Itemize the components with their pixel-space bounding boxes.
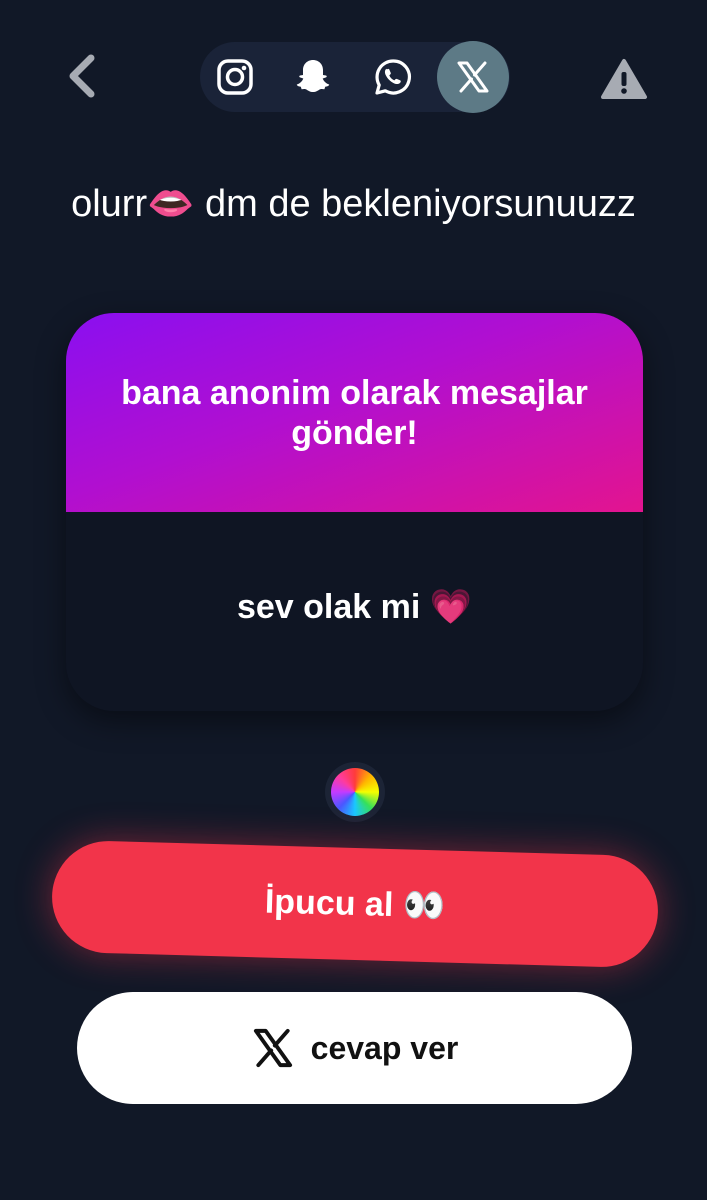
snapchat-icon: [296, 60, 330, 92]
share-instagram-button[interactable]: [206, 48, 264, 106]
back-button[interactable]: [58, 52, 106, 100]
question-card: bana anonim olarak mesajlar gönder! sev …: [66, 313, 643, 711]
card-message: sev olak mi 💗: [236, 587, 473, 626]
x-icon: [253, 1028, 292, 1068]
whatsapp-icon: [375, 59, 411, 95]
x-icon: [457, 61, 489, 93]
profile-bio: olurr👄 dm de bekleniyorsunuuzz: [0, 180, 707, 228]
share-snapchat-button[interactable]: [284, 48, 342, 106]
card-header-text: bana anonim olarak mesajlar gönder!: [121, 373, 588, 452]
report-button[interactable]: [598, 56, 650, 102]
color-wheel-icon: [331, 768, 379, 816]
color-picker-button[interactable]: [325, 762, 385, 822]
instagram-icon: [217, 59, 253, 95]
reply-button-label: cevap ver: [310, 1029, 459, 1066]
chevron-left-icon: [69, 54, 95, 98]
profile-bio-text: olurr👄 dm de bekleniyorsunuuzz: [71, 183, 636, 225]
card-body: sev olak mi 💗: [66, 512, 643, 711]
top-bar: [0, 0, 707, 160]
hint-button-label: İpucu al 👀: [264, 882, 446, 926]
warning-icon: [601, 59, 647, 99]
share-whatsapp-button[interactable]: [364, 48, 422, 106]
share-bar: [200, 41, 510, 113]
share-x-button[interactable]: [437, 41, 509, 113]
reply-button[interactable]: cevap ver: [77, 992, 632, 1104]
hint-button[interactable]: İpucu al 👀: [50, 839, 660, 969]
card-header: bana anonim olarak mesajlar gönder!: [66, 313, 643, 512]
